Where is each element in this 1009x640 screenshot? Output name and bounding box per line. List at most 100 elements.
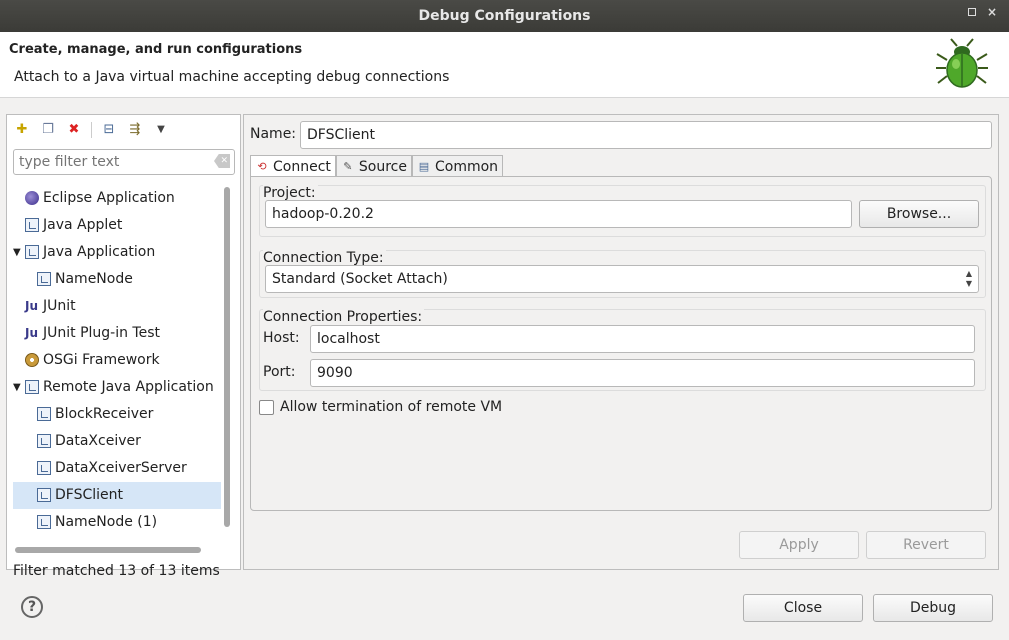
remote-java-icon [37, 407, 51, 421]
connection-type-group: Connection Type: Standard (Socket Attach… [259, 250, 986, 298]
configuration-editor: Name: DFSClient ⟲ Connect ✎ Source ▤ Com… [243, 114, 999, 570]
connection-type-value: Standard (Socket Attach) [272, 271, 448, 287]
tree-item-namenode[interactable]: NameNode [13, 266, 221, 293]
tree-item-label: NameNode (1) [55, 514, 158, 530]
toolbar-separator [91, 122, 92, 138]
tree-horizontal-scrollbar[interactable] [15, 547, 201, 553]
remote-java-icon [37, 461, 51, 475]
tree-item-label: Java Application [43, 244, 156, 260]
name-input[interactable]: DFSClient [300, 121, 992, 149]
tree-item-namenode-1[interactable]: NameNode (1) [13, 509, 221, 536]
java-applet-icon [25, 218, 39, 232]
maximize-button[interactable] [965, 5, 979, 19]
remote-java-icon [37, 434, 51, 448]
tree-item-label: Eclipse Application [43, 190, 175, 206]
tree-vertical-scrollbar[interactable] [224, 187, 230, 527]
tree-item-dataxceiver[interactable]: DataXceiver [13, 428, 221, 455]
remote-java-icon [25, 380, 39, 394]
remote-java-icon [37, 515, 51, 529]
tree-item-label: DataXceiverServer [55, 460, 187, 476]
delete-icon[interactable]: ✖ [65, 121, 83, 139]
tree-item-label: Java Applet [43, 217, 123, 233]
name-label: Name: [250, 126, 297, 142]
tree-item-label: DataXceiver [55, 433, 141, 449]
expand-arrow-icon[interactable]: ▼ [13, 239, 23, 266]
select-arrows-icon: ▲ ▼ [965, 269, 972, 288]
tree-item-dataxceiverserver[interactable]: DataXceiverServer [13, 455, 221, 482]
common-icon: ▤ [418, 159, 430, 173]
tree-item-label: JUnit Plug-in Test [43, 325, 161, 341]
editor-tabs: ⟲ Connect ✎ Source ▤ Common [250, 155, 504, 177]
tree-item-dfsclient[interactable]: DFSClient [13, 482, 221, 509]
configuration-tree: Eclipse Application Java Applet ▼ Java A… [13, 185, 221, 536]
tree-item-blockreceiver[interactable]: BlockReceiver [13, 401, 221, 428]
connection-type-label: Connection Type: [263, 250, 386, 266]
connection-type-select[interactable]: Standard (Socket Attach) ▲ ▼ [265, 265, 979, 293]
java-application-icon [25, 245, 39, 259]
close-button[interactable]: Close [743, 594, 863, 622]
tree-item-label: Remote Java Application [43, 379, 214, 395]
tree-item-label: BlockReceiver [55, 406, 154, 422]
connect-tab-content: Project: hadoop-0.20.2 Browse... Connect… [250, 176, 992, 511]
project-input[interactable]: hadoop-0.20.2 [265, 200, 852, 228]
menu-dropdown-icon[interactable]: ▼ [152, 121, 170, 139]
expand-arrow-icon[interactable]: ▼ [13, 374, 23, 401]
tree-item-java-applet[interactable]: Java Applet [13, 212, 221, 239]
tree-item-remote-java-application[interactable]: ▼ Remote Java Application [13, 374, 221, 401]
tree-item-junit[interactable]: Ju JUnit [13, 293, 221, 320]
tab-label: Common [434, 158, 499, 175]
tab-connect[interactable]: ⟲ Connect [250, 155, 336, 177]
configurations-panel: ✚ ❐ ✖ ⊟ ⇶ ▼ ✕ Eclipse Application Java A… [6, 114, 241, 579]
configurations-toolbar: ✚ ❐ ✖ ⊟ ⇶ ▼ [13, 119, 170, 141]
help-icon[interactable]: ? [21, 596, 43, 618]
collapse-all-icon[interactable]: ⊟ [100, 121, 118, 139]
connection-properties-group: Connection Properties: Host: localhost P… [259, 309, 986, 391]
tree-item-label: OSGi Framework [43, 352, 160, 368]
connect-icon: ⟲ [257, 159, 267, 173]
header-description: Attach to a Java virtual machine accepti… [14, 69, 450, 85]
tree-item-label: DFSClient [55, 487, 124, 503]
project-group: Project: hadoop-0.20.2 Browse... [259, 185, 986, 237]
java-application-icon [37, 272, 51, 286]
osgi-icon [25, 353, 39, 367]
browse-button[interactable]: Browse... [859, 200, 979, 228]
window-title: Debug Configurations [418, 8, 591, 24]
allow-termination-label: Allow termination of remote VM [280, 399, 503, 415]
allow-termination-row[interactable]: Allow termination of remote VM [259, 399, 502, 415]
revert-button[interactable]: Revert [866, 531, 986, 559]
tree-item-label: NameNode [55, 271, 133, 287]
dialog-body: ✚ ❐ ✖ ⊟ ⇶ ▼ ✕ Eclipse Application Java A… [0, 98, 1009, 640]
title-bar: Debug Configurations × [0, 0, 1009, 32]
junit-icon: Ju [25, 299, 39, 313]
tree-item-eclipse-application[interactable]: Eclipse Application [13, 185, 221, 212]
filter-status-text: Filter matched 13 of 13 items [13, 563, 220, 579]
project-label: Project: [263, 185, 318, 201]
header-title: Create, manage, and run configurations [9, 42, 303, 57]
eclipse-icon [25, 191, 39, 205]
filter-input[interactable] [13, 149, 235, 175]
port-input[interactable]: 9090 [310, 359, 975, 387]
close-window-button[interactable]: × [985, 5, 999, 19]
remote-java-icon [37, 488, 51, 502]
tree-item-java-application[interactable]: ▼ Java Application [13, 239, 221, 266]
host-label: Host: [263, 330, 300, 346]
tab-source[interactable]: ✎ Source [335, 155, 412, 177]
tab-label: Source [358, 158, 407, 175]
filter-icon[interactable]: ⇶ [126, 121, 144, 139]
tab-label: Connect [273, 158, 331, 175]
new-config-icon[interactable]: ✚ [13, 121, 31, 139]
connection-properties-label: Connection Properties: [263, 309, 425, 325]
dialog-header: Create, manage, and run configurations A… [0, 32, 1009, 98]
tree-item-junit-plugin-test[interactable]: Ju JUnit Plug-in Test [13, 320, 221, 347]
tree-item-osgi-framework[interactable]: OSGi Framework [13, 347, 221, 374]
source-icon: ✎ [343, 159, 353, 173]
maximize-icon [968, 8, 976, 16]
apply-button[interactable]: Apply [739, 531, 859, 559]
duplicate-icon[interactable]: ❐ [39, 121, 57, 139]
tree-item-label: JUnit [43, 298, 76, 314]
allow-termination-checkbox[interactable] [259, 399, 274, 415]
tab-common[interactable]: ▤ Common [411, 155, 504, 177]
junit-plugin-icon: Ju [25, 326, 39, 340]
debug-button[interactable]: Debug [873, 594, 993, 622]
host-input[interactable]: localhost [310, 325, 975, 353]
